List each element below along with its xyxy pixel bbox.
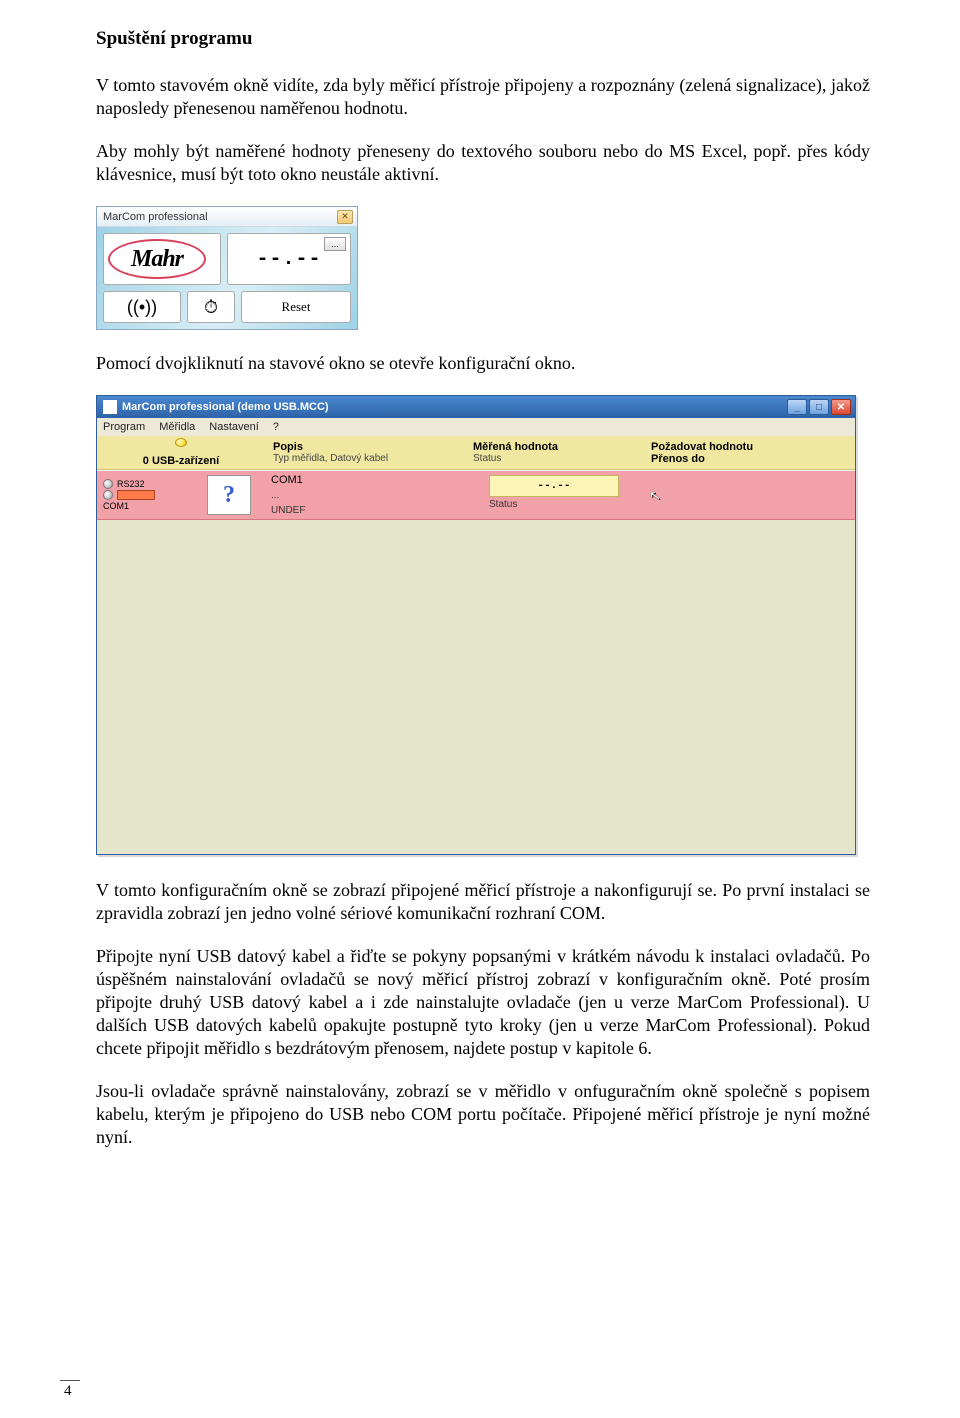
status-dot-icon	[103, 479, 113, 489]
minimize-icon[interactable]: _	[787, 399, 807, 415]
device-row[interactable]: RS232 COM1 ? COM1 ... UNDEF --	[97, 470, 855, 520]
usb-devices-label: 0 USB-zařízení	[143, 455, 219, 467]
paragraph: Připojte nyní USB datový kabel a řiďte s…	[96, 945, 870, 1060]
app-icon	[103, 400, 117, 414]
maximize-icon[interactable]: □	[809, 399, 829, 415]
cursor-icon: ↖	[648, 486, 665, 504]
col-pozadovat: Požadovat hodnotu	[651, 441, 847, 453]
close-icon[interactable]: ✕	[337, 210, 353, 224]
menu-help[interactable]: ?	[273, 421, 279, 433]
col-popis-sub: Typ měřidla, Datový kabel	[273, 453, 457, 464]
col-popis: Popis	[273, 441, 457, 453]
row-rs232: RS232	[117, 479, 145, 489]
status-dot-icon	[175, 438, 187, 447]
menu-nastaveni[interactable]: Nastavení	[209, 421, 259, 433]
section-heading: Spuštění programu	[96, 28, 870, 50]
row-com1: COM1	[271, 474, 459, 486]
window-title: MarCom professional (demo USB.MCC)	[122, 401, 785, 413]
row-value: --.--	[489, 475, 619, 497]
reset-button[interactable]: Reset	[241, 291, 351, 323]
paragraph: Aby mohly být naměřené hodnoty přeneseny…	[96, 140, 870, 186]
paragraph: Jsou-li ovladače správně nainstalovány, …	[96, 1080, 870, 1149]
col-prenos: Přenos do	[651, 453, 847, 465]
col-merena: Měřená hodnota	[473, 441, 635, 453]
paragraph: V tomto konfiguračním okně se zobrazí př…	[96, 879, 870, 925]
readout-value: --.--	[256, 248, 321, 271]
close-icon[interactable]: ✕	[831, 399, 851, 415]
row-com1-label: COM1	[103, 501, 129, 511]
menu-meridla[interactable]: Měřidla	[159, 421, 195, 433]
antenna-icon[interactable]: ((•))	[103, 291, 181, 323]
window-title: MarCom professional	[103, 211, 337, 223]
paragraph: V tomto stavovém okně vidíte, zda byly m…	[96, 74, 870, 120]
row-dots: ...	[271, 490, 459, 501]
port-icon	[117, 490, 155, 500]
question-icon: ?	[207, 475, 251, 515]
row-undef: UNDEF	[271, 505, 459, 516]
brand-logo: Mahr	[103, 233, 221, 285]
status-dot-icon	[103, 490, 113, 500]
columns-header: 0 USB-zařízení Popis Typ měřidla, Datový…	[97, 436, 855, 470]
page-number: 4	[60, 1380, 80, 1400]
marcom-config-window: MarCom professional (demo USB.MCC) _ □ ✕…	[96, 395, 856, 855]
marcom-status-window: MarCom professional ✕ Mahr ... --.-- ((•…	[96, 206, 358, 330]
readout-display: ... --.--	[227, 233, 351, 285]
menu-bar: Program Měřidla Nastavení ?	[97, 418, 855, 436]
col-status: Status	[473, 453, 635, 464]
menu-program[interactable]: Program	[103, 421, 145, 433]
more-button[interactable]: ...	[324, 237, 346, 251]
row-status: Status	[489, 499, 619, 510]
paragraph: Pomocí dvojkliknutí na stavové okno se o…	[96, 352, 870, 375]
stopwatch-icon[interactable]: ⏱	[187, 291, 235, 323]
